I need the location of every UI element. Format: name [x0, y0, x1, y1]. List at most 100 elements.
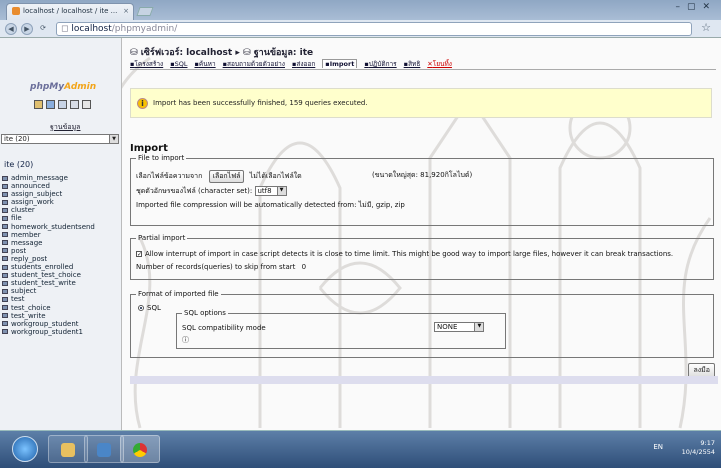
table-name: subject: [11, 287, 37, 296]
table-icon[interactable]: [2, 256, 8, 262]
format-sql-label: SQL: [147, 304, 161, 312]
table-list-item[interactable]: assign_subject: [2, 190, 120, 198]
table-icon[interactable]: [2, 305, 8, 310]
compat-select[interactable]: NONE ▼: [434, 322, 485, 332]
database-select[interactable]: ite (20) ▼: [1, 134, 119, 144]
app-taskbar-button[interactable]: [84, 435, 124, 463]
table-list-item[interactable]: student_test_write: [2, 279, 120, 287]
table-list-item[interactable]: announced: [2, 182, 120, 190]
table-list-item[interactable]: member: [2, 231, 120, 239]
tab-operations[interactable]: ▪ปฏิบัติการ: [364, 59, 396, 69]
chrome-taskbar-button[interactable]: [120, 435, 160, 463]
table-list-item[interactable]: homework_studentsend: [2, 223, 120, 231]
success-notice: i Import has been successfully finished,…: [130, 88, 712, 118]
chevron-down-icon: ▼: [109, 135, 118, 143]
table-icon[interactable]: [2, 175, 8, 181]
table-list-item[interactable]: test_write: [2, 312, 120, 320]
format-sql-radio[interactable]: [138, 305, 144, 311]
bookmark-star-icon[interactable]: ☆: [701, 21, 711, 34]
query-window-icon[interactable]: [58, 100, 67, 109]
new-tab-button[interactable]: [136, 7, 154, 16]
charset-select[interactable]: utf8 ▼: [254, 186, 287, 196]
start-button[interactable]: [12, 436, 38, 462]
window-controls[interactable]: –▢✕: [675, 2, 717, 12]
table-icon[interactable]: [2, 215, 8, 221]
tab-privileges[interactable]: ▪สิทธิ: [404, 59, 421, 69]
table-list-item[interactable]: admin_message: [2, 174, 120, 182]
help-icon[interactable]: ⓘ: [182, 335, 189, 345]
table-list-item[interactable]: assign_work: [2, 198, 120, 206]
table-icon[interactable]: [2, 232, 8, 238]
table-icon[interactable]: [2, 272, 8, 278]
tab-label: ส่งออก: [296, 60, 316, 68]
table-icon[interactable]: [2, 329, 8, 335]
back-icon[interactable]: ◀: [5, 23, 17, 35]
table-icon[interactable]: [2, 224, 8, 230]
table-list-item[interactable]: workgroup_student: [2, 320, 120, 328]
format-legend: Format of imported file: [138, 290, 219, 298]
phpmyadmin-logo[interactable]: phpMyAdmin: [30, 82, 96, 92]
explorer-taskbar-button[interactable]: [48, 435, 88, 463]
tab-search[interactable]: ▪ค้นหา: [194, 59, 215, 69]
allow-interrupt-checkbox[interactable]: ✓: [136, 251, 142, 258]
breadcrumb-server[interactable]: เซิร์ฟเวอร์: localhost: [141, 48, 233, 58]
skip-row: Number of records(queries) to skip from …: [136, 263, 306, 271]
table-icon[interactable]: [2, 280, 8, 286]
table-icon[interactable]: [2, 199, 8, 205]
table-icon[interactable]: [2, 240, 8, 246]
table-name: announced: [11, 182, 50, 191]
breadcrumb-database[interactable]: ฐานข้อมูล: ite: [254, 48, 313, 58]
tab-drop[interactable]: ✕โยนทิ้ง: [427, 59, 452, 69]
table-icon[interactable]: [2, 264, 8, 270]
breadcrumb-separator: ▸: [235, 48, 240, 58]
table-list-item[interactable]: test: [2, 295, 120, 303]
skip-input[interactable]: 0: [302, 263, 306, 271]
logo-php: php: [30, 82, 50, 92]
url-host: localhost: [71, 24, 112, 34]
sql-options-legend: SQL options: [184, 309, 226, 317]
address-bar[interactable]: ◻ localhost/phpmyadmin/: [56, 22, 692, 36]
table-icon[interactable]: [2, 207, 8, 213]
table-icon[interactable]: [2, 313, 8, 319]
tab-import[interactable]: ▪Import: [322, 59, 358, 68]
breadcrumb: ⛁ เซิร์ฟเวอร์: localhost ▸ ⛁ ฐานข้อมูล: …: [130, 45, 313, 59]
table-list-item[interactable]: cluster: [2, 206, 120, 214]
table-list-item[interactable]: post: [2, 247, 120, 255]
table-icon[interactable]: [2, 248, 8, 254]
current-database-link[interactable]: ite (20): [4, 160, 33, 169]
table-list-item[interactable]: subject: [2, 287, 120, 295]
database-label: ฐานข้อมูล: [50, 123, 81, 131]
table-list-item[interactable]: students_enrolled: [2, 263, 120, 271]
exit-icon[interactable]: [46, 100, 55, 109]
table-icon[interactable]: [2, 296, 8, 302]
clock[interactable]: 9:17 10/4/2554: [682, 439, 715, 457]
table-icon[interactable]: [2, 183, 8, 189]
tab-structure[interactable]: ▪โครงสร้าง: [130, 59, 163, 69]
charset-label: ชุดตัวอักษรของไฟล์ (character set):: [136, 187, 253, 195]
file-label: เลือกไฟล์ข้อความจาก: [136, 172, 203, 180]
table-list-item[interactable]: test_choice: [2, 304, 120, 312]
table-icon[interactable]: [2, 321, 8, 327]
close-tab-icon[interactable]: ×: [123, 7, 129, 15]
table-icon[interactable]: [2, 288, 8, 294]
compat-label: SQL compatibility mode: [182, 324, 266, 332]
table-list-item[interactable]: reply_post: [2, 255, 120, 263]
tab-sql[interactable]: ▪SQL: [170, 60, 187, 68]
table-list-item[interactable]: message: [2, 239, 120, 247]
table-list-item[interactable]: workgroup_student1: [2, 328, 120, 336]
browser-tab[interactable]: localhost / localhost / ite ... ×: [6, 3, 134, 20]
table-icon[interactable]: [2, 191, 8, 197]
table-list-item[interactable]: file: [2, 214, 120, 222]
compat-value: NONE: [437, 323, 458, 331]
sql-docs-icon[interactable]: [82, 100, 91, 109]
clock-date: 10/4/2554: [681, 448, 715, 456]
table-list-item[interactable]: student_test_choice: [2, 271, 120, 279]
reload-icon[interactable]: ⟳: [37, 23, 49, 35]
tab-query[interactable]: ▪สอบถามด้วยตัวอย่าง: [223, 59, 285, 69]
documentation-icon[interactable]: [70, 100, 79, 109]
language-indicator[interactable]: EN: [653, 443, 663, 451]
tab-export[interactable]: ▪ส่งออก: [292, 59, 315, 69]
forward-icon[interactable]: ▶: [21, 23, 33, 35]
home-icon[interactable]: [34, 100, 43, 109]
choose-file-button[interactable]: เลือกไฟล์: [208, 170, 245, 183]
